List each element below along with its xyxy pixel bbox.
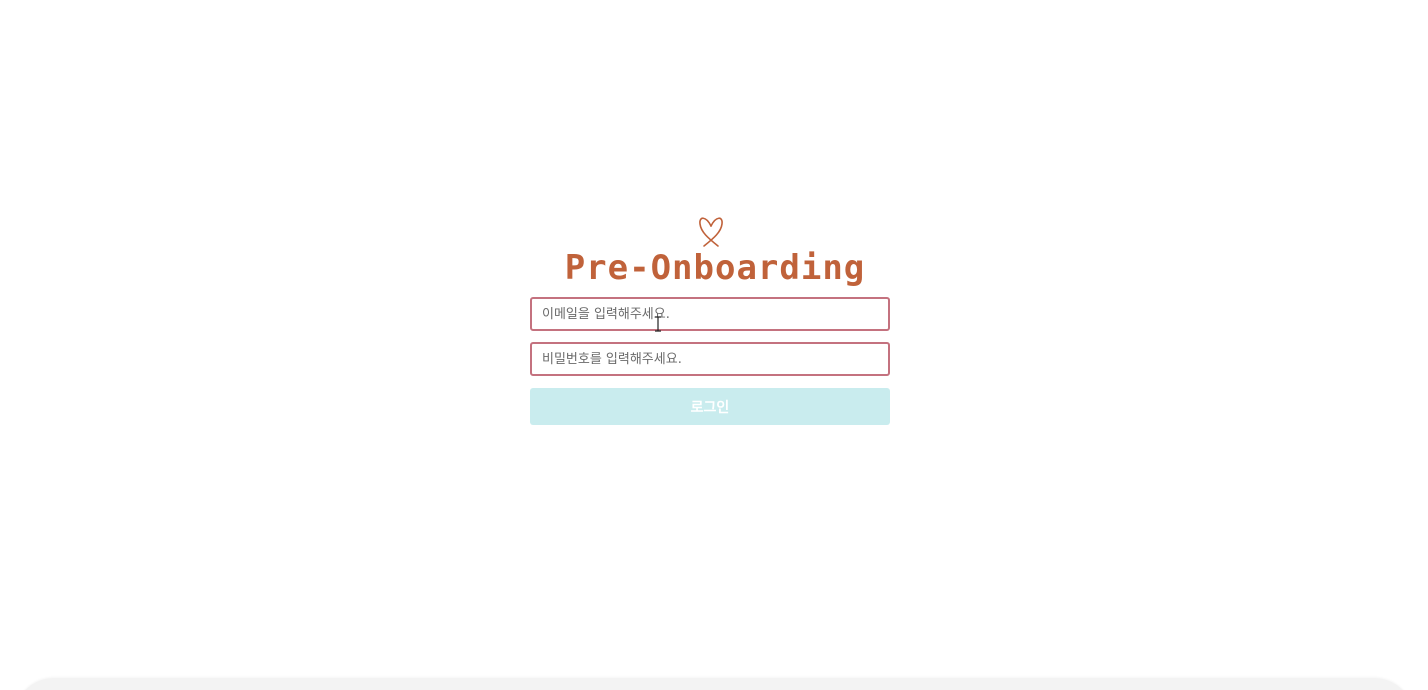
text-cursor-icon: [655, 316, 661, 332]
password-input[interactable]: [530, 342, 890, 376]
login-button[interactable]: 로그인: [530, 388, 890, 425]
email-input[interactable]: [530, 297, 890, 331]
login-page: Pre-Onboarding 로그인: [0, 0, 1428, 690]
logo-text: Pre-Onboarding: [564, 248, 866, 288]
bottom-panel: [14, 678, 1414, 690]
heart-ribbon-icon: [699, 217, 723, 247]
app-logo: Pre-Onboarding: [540, 206, 890, 290]
